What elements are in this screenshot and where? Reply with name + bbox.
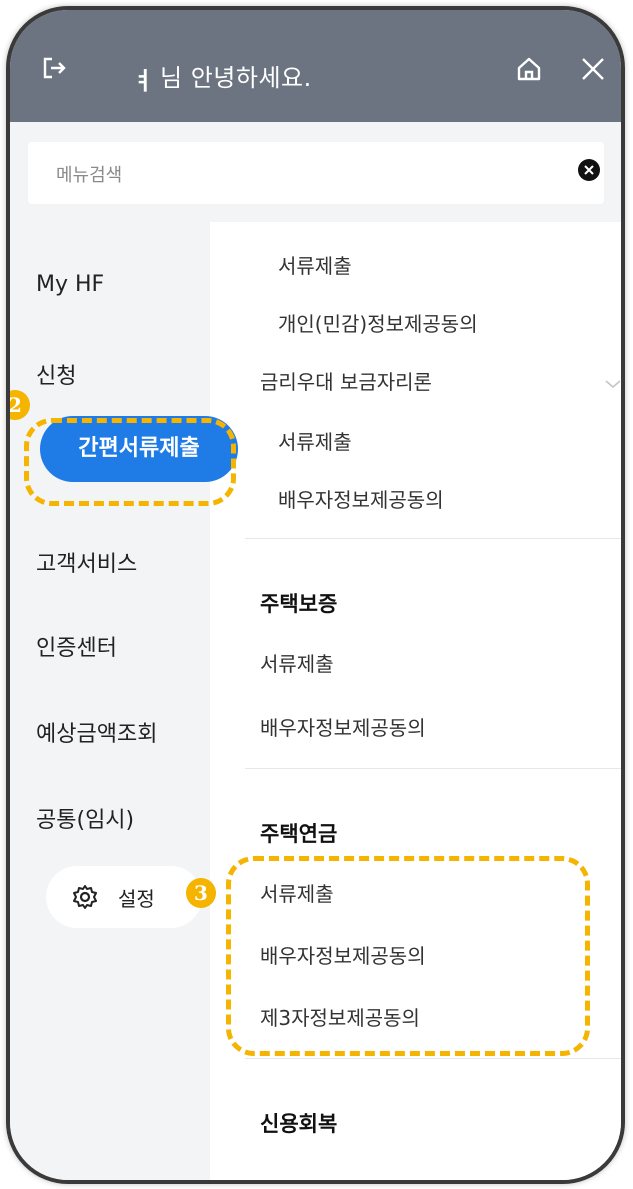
menu-item-spouse-consent[interactable]: 배우자정보제공동의	[260, 712, 426, 741]
menu-item-doc-submit[interactable]: 서류제출	[260, 648, 334, 677]
close-icon[interactable]	[578, 54, 608, 84]
menu-item-doc-submit[interactable]: 서류제출	[278, 426, 352, 455]
section-title-housing-guarantee: 주택보증	[260, 592, 338, 616]
nav-item-my-hf[interactable]: My HF	[36, 272, 104, 297]
divider	[245, 1058, 621, 1059]
section-title-housing-pension: 주택연금	[260, 822, 338, 846]
nav-item-estimate[interactable]: 예상금액조회	[36, 716, 157, 748]
nav-item-auth-center[interactable]: 인증센터	[36, 630, 117, 662]
nav-item-common-temp[interactable]: 공통(임시)	[36, 802, 134, 834]
greeting-label: 님 안녕하세요.	[160, 64, 312, 92]
chevron-down-icon[interactable]	[604, 378, 622, 390]
phone-frame: ㅕ님 안녕하세요. My HF 신청 고객서비스 인증센터 예상금액조회 공통(…	[6, 6, 625, 1184]
search-box	[28, 142, 604, 204]
clear-icon	[584, 165, 594, 175]
clear-search-button[interactable]	[578, 159, 600, 181]
header-bar: ㅕ님 안녕하세요.	[10, 10, 621, 122]
menu-item-doc-submit[interactable]: 서류제출	[278, 250, 352, 279]
nav-item-apply[interactable]: 신청	[36, 358, 76, 390]
menu-item-spouse-consent[interactable]: 배우자정보제공동의	[278, 484, 444, 513]
left-nav: My HF 신청 고객서비스 인증센터 예상금액조회 공통(임시)	[10, 222, 210, 1180]
step-badge-3: 3	[186, 878, 216, 908]
settings-label: 설정	[118, 887, 155, 911]
highlight-box-2	[24, 418, 236, 506]
search-area	[10, 122, 621, 222]
menu-group-rate-bogeumjari[interactable]: 금리우대 보금자리론	[260, 366, 432, 395]
divider	[245, 768, 621, 769]
user-name: ㅕ	[132, 67, 155, 95]
gear-icon	[73, 885, 97, 909]
section-title-credit-recovery: 신용회복	[260, 1112, 338, 1136]
highlight-box-3	[226, 856, 590, 1056]
nav-item-customer-service[interactable]: 고객서비스	[36, 546, 137, 578]
divider	[245, 538, 621, 539]
home-icon[interactable]	[514, 54, 544, 84]
logout-icon[interactable]	[40, 54, 68, 82]
settings-button[interactable]: 설정	[46, 866, 202, 928]
menu-item-privacy-consent[interactable]: 개인(민감)정보제공동의	[278, 308, 478, 337]
search-input[interactable]	[54, 160, 538, 190]
greeting-text: ㅕ님 안녕하세요.	[132, 58, 312, 95]
